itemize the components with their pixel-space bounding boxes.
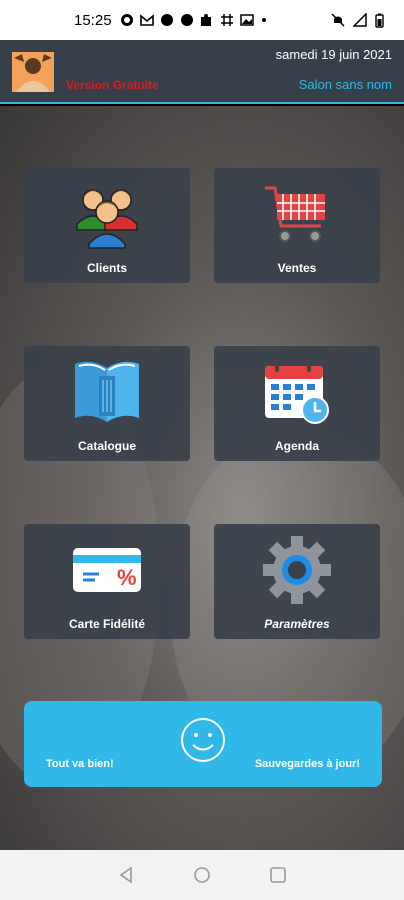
tile-ventes-label: Ventes [277, 261, 317, 275]
current-date: samedi 19 juin 2021 [275, 47, 392, 62]
gear-icon [263, 536, 331, 604]
tile-agenda[interactable]: Agenda [214, 346, 380, 461]
slack-icon [220, 14, 233, 26]
smiley-icon [181, 718, 225, 762]
back-icon[interactable] [117, 866, 135, 884]
system-icons [331, 13, 384, 28]
puzzle-icon [200, 14, 211, 26]
status-time: 15:25 [74, 11, 112, 29]
tile-clients[interactable]: Clients [24, 168, 190, 283]
whatsapp-icon [120, 14, 133, 26]
main-dashboard: Clients Ventes Catalogue Agenda % Carte … [0, 106, 404, 850]
clients-icon [76, 189, 138, 249]
card-icon: % [73, 548, 141, 592]
mute-icon [331, 13, 345, 27]
book-icon [75, 361, 139, 422]
tile-catalogue[interactable]: Catalogue [24, 346, 190, 461]
home-icon[interactable] [193, 866, 211, 884]
svg-text:%: % [117, 565, 137, 590]
image-icon [239, 14, 254, 26]
tile-ventes[interactable]: Ventes [214, 168, 380, 283]
system-status-bar: 15:25 [0, 0, 404, 40]
version-label: Version Gratuite [66, 78, 159, 92]
cart-icon [265, 186, 325, 242]
status-panel[interactable]: Tout va bien! Sauvegardes à jour! [24, 701, 382, 787]
no-signal-icon [353, 13, 367, 27]
notification-icons [120, 13, 268, 27]
app-logo [12, 52, 54, 92]
status-message: Tout va bien! [46, 758, 114, 770]
tile-agenda-label: Agenda [274, 439, 319, 453]
tile-parametres[interactable]: Paramètres [214, 524, 380, 639]
recents-icon[interactable] [269, 866, 287, 884]
system-nav-bar [0, 850, 404, 900]
gmail-icon [139, 14, 154, 26]
tile-parametres-label: Paramètres [264, 617, 330, 631]
dot-icon [180, 14, 193, 26]
tile-carte-fidelite[interactable]: % Carte Fidélité [24, 524, 190, 639]
battery-icon [375, 13, 384, 28]
salon-name-link[interactable]: Salon sans nom [299, 77, 392, 92]
tile-catalogue-label: Catalogue [77, 439, 136, 453]
tile-carte-fidelite-label: Carte Fidélité [68, 617, 146, 631]
dot-icon [160, 14, 173, 26]
app-header: Version Gratuite samedi 19 juin 2021 Sal… [0, 40, 404, 104]
calendar-icon [265, 360, 329, 424]
tile-clients-label: Clients [86, 261, 127, 275]
backup-status: Sauvegardes à jour! [254, 758, 360, 770]
dot-icon [261, 18, 266, 22]
